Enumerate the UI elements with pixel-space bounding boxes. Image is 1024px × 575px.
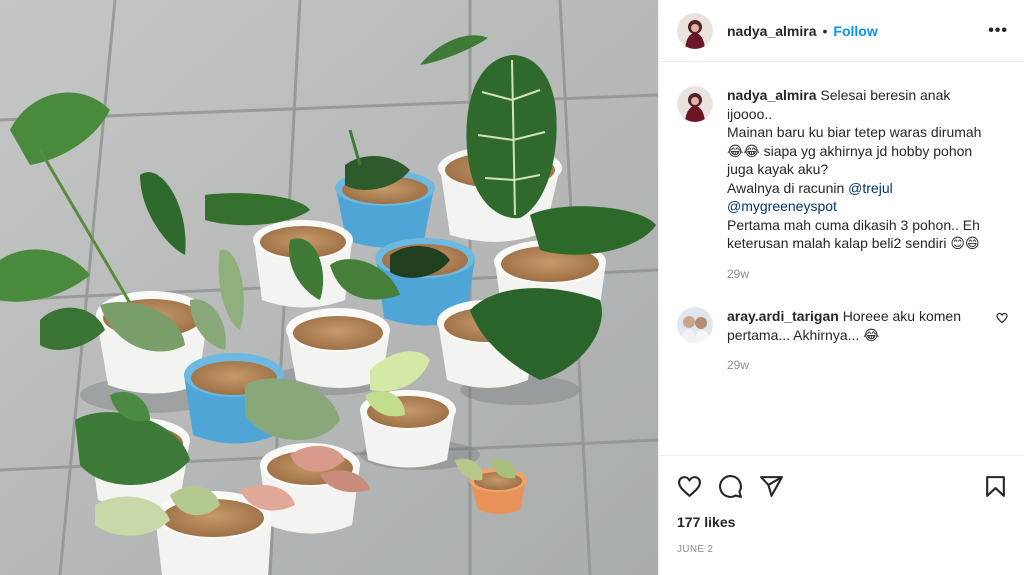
caption-username[interactable]: nadya_almira — [727, 87, 817, 103]
likes-count[interactable]: 177 likes — [677, 514, 1008, 530]
comment-timestamp[interactable]: 29w — [727, 356, 985, 375]
comments-section[interactable]: nadya_almira Selesai beresin anak ijoooo… — [659, 62, 1024, 455]
follow-button[interactable]: Follow — [833, 23, 877, 39]
post-caption: nadya_almira Selesai beresin anak ijoooo… — [677, 86, 1008, 283]
more-options-icon[interactable]: ••• — [988, 22, 1008, 40]
action-bar — [677, 456, 1008, 512]
plants-photo — [0, 0, 658, 575]
comment-item: aray.ardi_tarigan Horeee aku komen perta… — [677, 307, 1008, 375]
caption-line-4: Pertama mah cuma dikasih 3 pohon.. Eh ke… — [727, 216, 980, 252]
post-header: nadya_almira • Follow ••• — [659, 0, 1024, 62]
caption-line-3: Awalnya di racunin — [727, 179, 849, 196]
mention-link[interactable]: @trejul — [848, 180, 893, 196]
comment-icon[interactable] — [718, 474, 743, 499]
caption-text: nadya_almira Selesai beresin anak ijoooo… — [727, 86, 985, 283]
bookmark-icon[interactable] — [983, 474, 1008, 499]
author-username[interactable]: nadya_almira — [727, 23, 817, 39]
post-date[interactable]: JUNE 2 — [677, 544, 1008, 555]
caption-timestamp[interactable]: 29w — [727, 265, 985, 284]
post-details-panel: nadya_almira • Follow ••• nadya_almira S… — [658, 0, 1024, 575]
author-avatar[interactable] — [677, 12, 713, 49]
commenter-avatar[interactable] — [677, 307, 713, 343]
caption-avatar[interactable] — [677, 86, 713, 122]
post-photo[interactable] — [0, 0, 658, 575]
share-icon[interactable] — [759, 474, 784, 499]
comment-text: aray.ardi_tarigan Horeee aku komen perta… — [727, 307, 985, 375]
mention-link[interactable]: @mygreeneyspot — [727, 197, 985, 216]
commenter-username[interactable]: aray.ardi_tarigan — [727, 308, 839, 324]
comment-heart-icon[interactable] — [996, 311, 1008, 329]
heart-icon[interactable] — [677, 474, 702, 499]
post-actions: 177 likes JUNE 2 — [659, 455, 1024, 575]
caption-line-2: Mainan baru ku biar tetep waras dirumah … — [727, 124, 982, 177]
separator-dot: • — [822, 22, 828, 39]
